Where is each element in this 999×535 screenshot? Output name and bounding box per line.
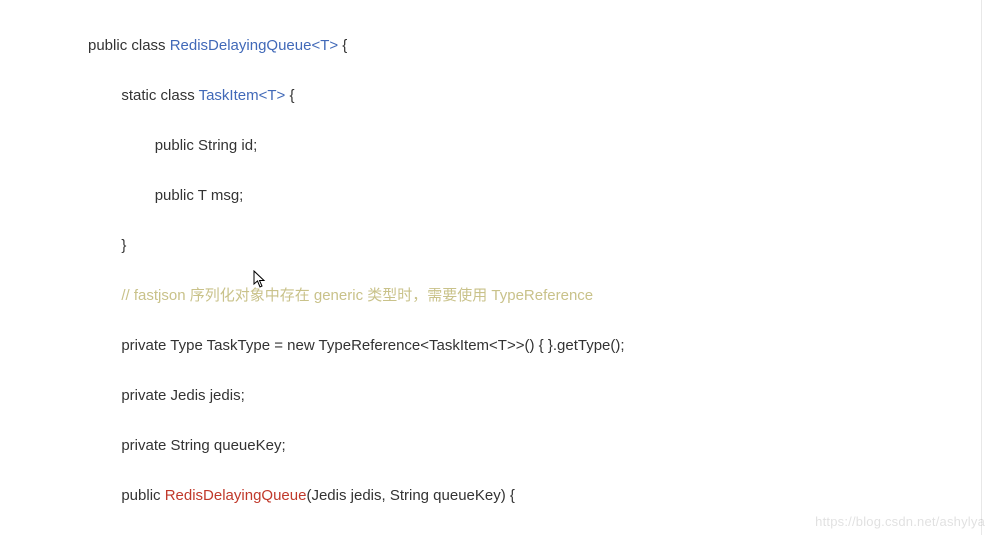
code-line: private String queueKey; bbox=[0, 433, 981, 458]
code-line: private Type TaskType = new TypeReferenc… bbox=[0, 333, 981, 358]
comment: // fastjson 序列化对象中存在 generic 类型时，需要使用 Ty… bbox=[121, 287, 593, 304]
code-text: (Jedis jedis, String queueKey) { bbox=[306, 487, 514, 504]
brace: } bbox=[121, 237, 126, 254]
watermark: https://blog.csdn.net/ashylya bbox=[815, 514, 985, 529]
keyword: public bbox=[121, 487, 164, 504]
keyword: static class bbox=[121, 87, 198, 104]
code-text: private Type TaskType = new TypeReferenc… bbox=[121, 337, 624, 354]
code-line: public String id; bbox=[0, 133, 981, 158]
code-line: public RedisDelayingQueue(Jedis jedis, S… bbox=[0, 483, 981, 508]
code-text: public String id; bbox=[155, 137, 258, 154]
code-line: public class RedisDelayingQueue<T> { bbox=[0, 33, 981, 58]
code-text: private Jedis jedis; bbox=[121, 387, 244, 404]
code-block: public class RedisDelayingQueue<T> { sta… bbox=[0, 0, 982, 535]
code-line: } bbox=[0, 233, 981, 258]
code-text: private String queueKey; bbox=[121, 437, 285, 454]
code-line: // fastjson 序列化对象中存在 generic 类型时，需要使用 Ty… bbox=[0, 283, 981, 308]
code-text: public T msg; bbox=[155, 187, 244, 204]
method-name: RedisDelayingQueue bbox=[165, 487, 307, 504]
type-name: RedisDelayingQueue<T> bbox=[170, 37, 338, 54]
code-text: { bbox=[285, 87, 294, 104]
code-line: public T msg; bbox=[0, 183, 981, 208]
code-line: static class TaskItem<T> { bbox=[0, 83, 981, 108]
code-line: private Jedis jedis; bbox=[0, 383, 981, 408]
keyword: public class bbox=[88, 37, 170, 54]
code-text: { bbox=[338, 37, 347, 54]
type-name: TaskItem<T> bbox=[199, 87, 286, 104]
